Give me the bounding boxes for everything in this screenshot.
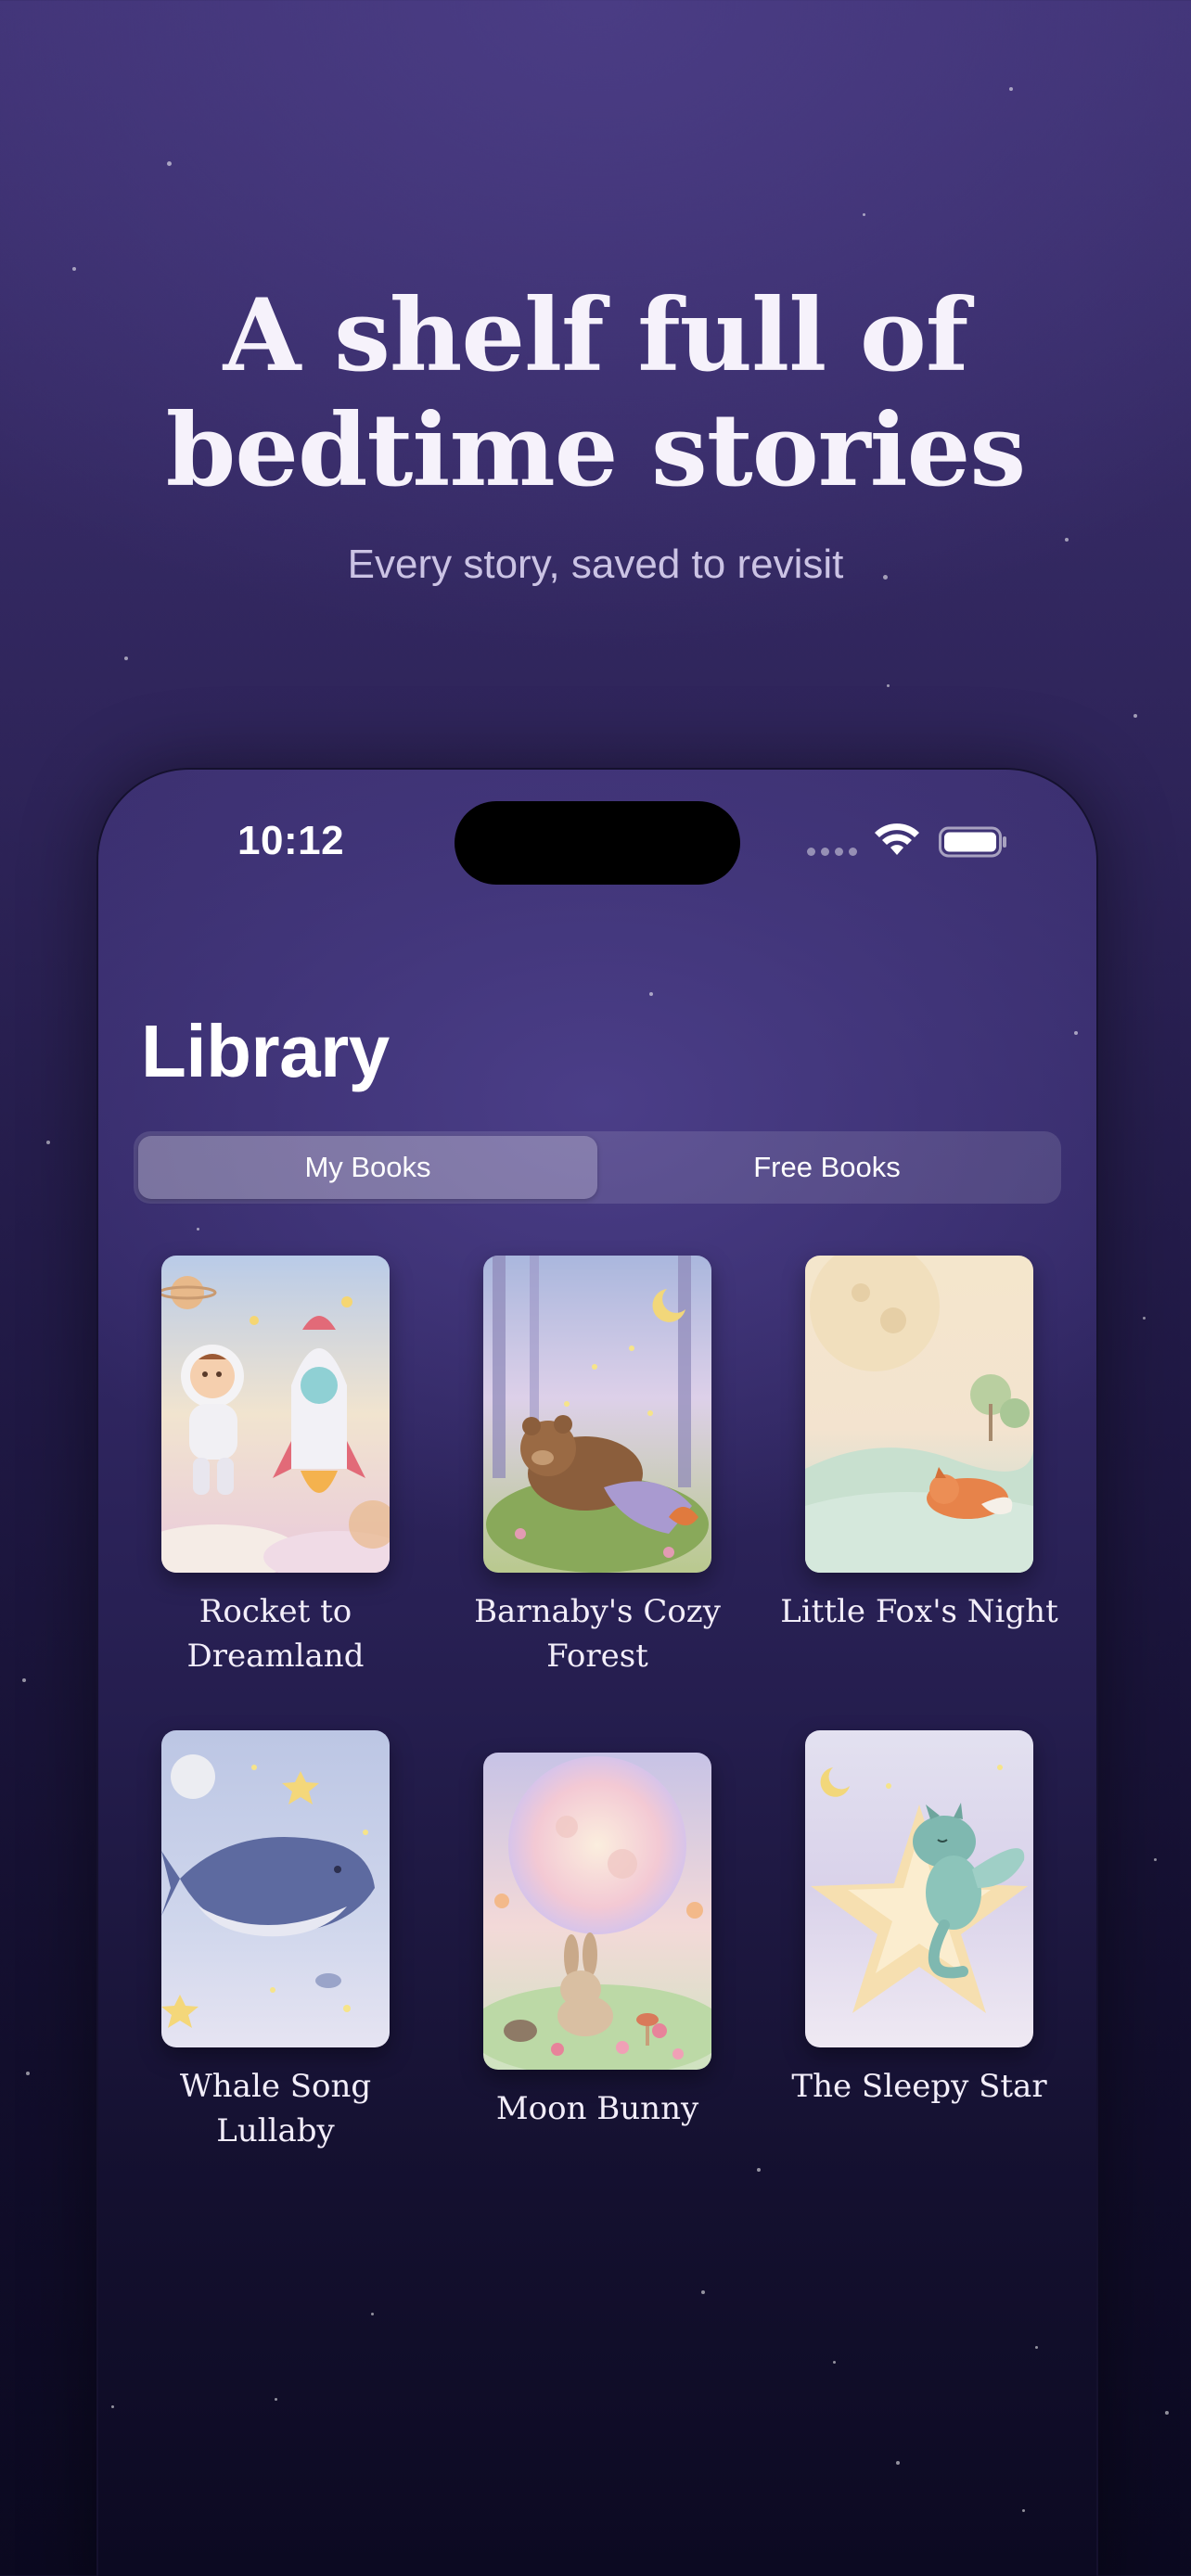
page-title: Library — [141, 1010, 390, 1092]
book-title: Little Fox's Night — [780, 1593, 1058, 1630]
book-card-little-foxs-night[interactable]: Little Fox's Night — [780, 1256, 1058, 1634]
tab-free-books[interactable]: Free Books — [597, 1136, 1057, 1199]
book-cover-little-foxs-night — [805, 1256, 1033, 1573]
book-card-whale-song-lullaby[interactable]: Whale Song Lullaby — [161, 1730, 390, 2153]
dynamic-island — [455, 801, 740, 885]
book-cover-barnabys-cozy-forest — [483, 1256, 711, 1573]
book-card-barnabys-cozy-forest[interactable]: Barnaby's Cozy Forest — [474, 1256, 721, 1678]
book-card-rocket-to-dreamland[interactable]: Rocket to Dreamland — [161, 1256, 390, 1678]
wifi-icon — [875, 823, 919, 855]
book-cover-the-sleepy-star — [805, 1730, 1033, 2047]
book-cover-moon-bunny — [483, 1753, 711, 2070]
status-bar-time: 10:12 — [237, 818, 345, 863]
hero-title-line-2: bedtime stories — [165, 392, 1026, 509]
battery-icon — [939, 826, 1006, 858]
book-cover-whale-song-lullaby — [161, 1730, 390, 2047]
tab-my-books[interactable]: My Books — [138, 1136, 597, 1199]
book-title: The Sleepy Star — [791, 2068, 1047, 2105]
book-title: Rocket to Dreamland — [186, 1593, 365, 1675]
book-cover-rocket-to-dreamland — [161, 1256, 390, 1573]
book-card-the-sleepy-star[interactable]: The Sleepy Star — [791, 1730, 1047, 2109]
hero-title: A shelf full of bedtime stories — [0, 278, 1191, 508]
hero-subtitle: Every story, saved to revisit — [347, 542, 844, 587]
cellular-signal-icon — [807, 848, 857, 856]
library-segmented-control: My Books Free Books — [134, 1131, 1061, 1204]
phone-frame: 10:12 Library My Books Free Books Rocket… — [96, 768, 1098, 2576]
book-card-moon-bunny[interactable]: Moon Bunny — [483, 1753, 711, 2131]
book-title: Barnaby's Cozy Forest — [474, 1593, 721, 1675]
book-title: Whale Song Lullaby — [179, 2068, 372, 2149]
hero-title-line-1: A shelf full of — [223, 277, 969, 394]
book-title: Moon Bunny — [495, 2090, 699, 2127]
